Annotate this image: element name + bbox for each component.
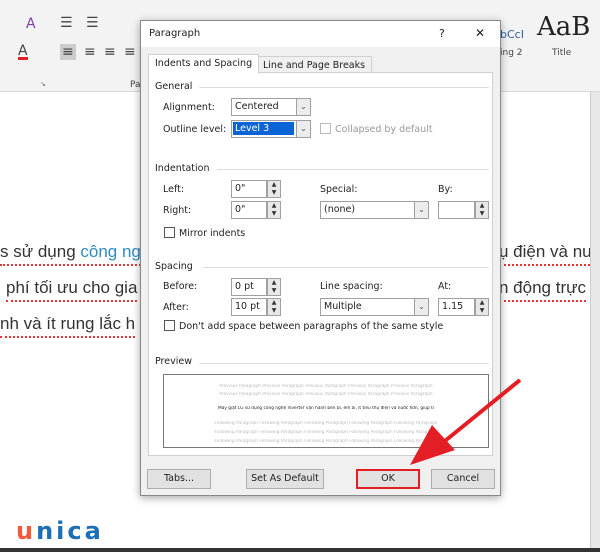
red-arrow-annotation (410, 378, 522, 465)
arrow-shaft (438, 378, 522, 447)
bottom-border (0, 548, 600, 552)
unica-logo: unica (16, 517, 104, 545)
arrow-head (410, 425, 455, 465)
tab-indents-spacing[interactable]: Indents and Spacing (148, 54, 260, 74)
